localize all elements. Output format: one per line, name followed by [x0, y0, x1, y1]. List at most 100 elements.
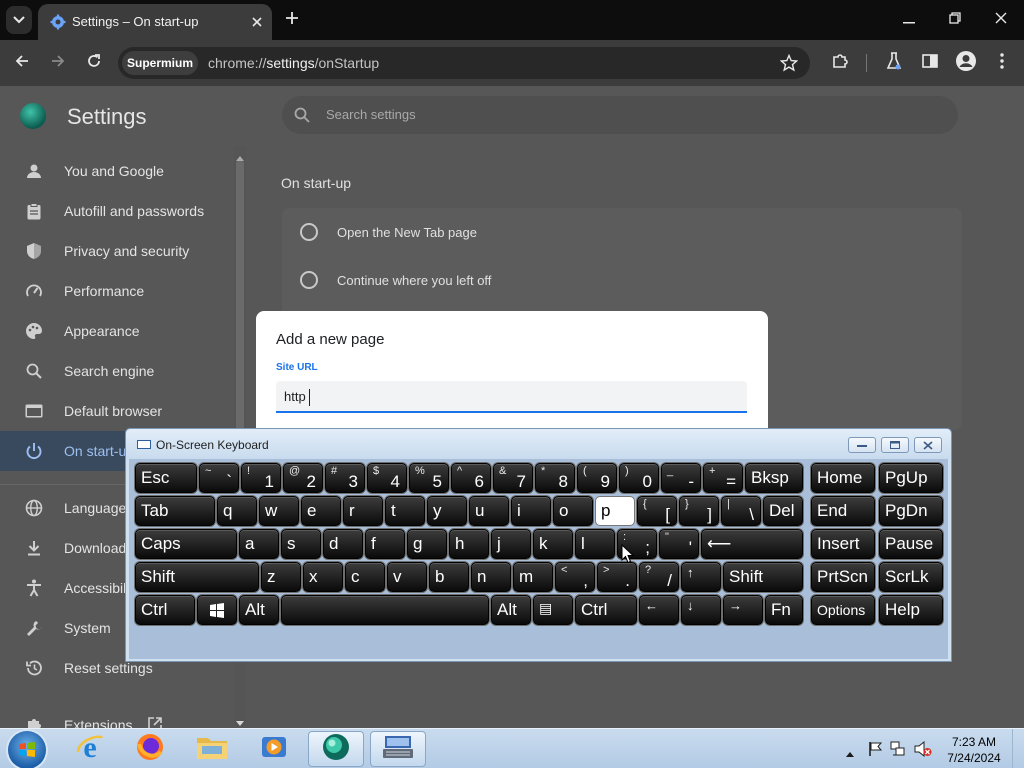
key-arrow-up[interactable]: ↑: [681, 562, 721, 592]
key-j[interactable]: j: [491, 529, 531, 559]
key-fn[interactable]: Fn: [765, 595, 803, 625]
key-u[interactable]: u: [469, 496, 509, 526]
action-center-flag-icon[interactable]: [868, 741, 883, 762]
key-m[interactable]: m: [513, 562, 553, 592]
bookmark-star-icon[interactable]: [779, 53, 799, 77]
key-9[interactable]: (9: [577, 463, 617, 493]
taskbar-supermium[interactable]: [308, 731, 364, 767]
key-6[interactable]: ^ 6: [451, 463, 491, 493]
key-enter[interactable]: ⟵: [701, 529, 803, 559]
key-f[interactable]: f: [365, 529, 405, 559]
key-arrow-left[interactable]: ←: [639, 595, 679, 625]
key-q[interactable]: q: [217, 496, 257, 526]
osk-maximize-button[interactable]: [881, 437, 909, 453]
show-hidden-icons-icon[interactable]: [846, 744, 854, 762]
radio-button[interactable]: [300, 223, 318, 241]
close-window-button[interactable]: [987, 8, 1015, 32]
extensions-button[interactable]: [828, 51, 852, 75]
key-right-ctrl[interactable]: Ctrl: [575, 595, 637, 625]
search-settings-input[interactable]: Search settings: [282, 96, 958, 134]
key-7[interactable]: & 7: [493, 463, 533, 493]
osk-titlebar[interactable]: On-Screen Keyboard: [126, 429, 951, 459]
key-3[interactable]: #3: [325, 463, 365, 493]
key-quote[interactable]: " ': [659, 529, 699, 559]
scroll-up-arrow-icon[interactable]: [236, 148, 244, 166]
sidebar-item-performance[interactable]: Performance: [0, 271, 240, 311]
sidebar-item-you-and-google[interactable]: You and Google: [0, 151, 240, 191]
key-home[interactable]: Home: [811, 463, 875, 493]
key-left-alt[interactable]: Alt: [239, 595, 279, 625]
key-slash[interactable]: ? /: [639, 562, 679, 592]
key-8[interactable]: * 8: [535, 463, 575, 493]
key-4[interactable]: $4: [367, 463, 407, 493]
taskbar-firefox[interactable]: [122, 731, 178, 767]
key-pgup[interactable]: PgUp: [879, 463, 943, 493]
key-w[interactable]: w: [259, 496, 299, 526]
key-z[interactable]: z: [261, 562, 301, 592]
key-left-shift[interactable]: Shift: [135, 562, 259, 592]
sidebar-item-extensions[interactable]: Extensions: [0, 705, 240, 728]
key-arrow-right[interactable]: →: [723, 595, 763, 625]
key-pgdn[interactable]: PgDn: [879, 496, 943, 526]
reload-button[interactable]: [82, 51, 106, 75]
key-left-ctrl[interactable]: Ctrl: [135, 595, 195, 625]
key-menu[interactable]: ▤: [533, 595, 573, 625]
key-backspace[interactable]: Bksp: [745, 463, 803, 493]
key-l[interactable]: l: [575, 529, 615, 559]
key-scrlk[interactable]: ScrLk: [879, 562, 943, 592]
key-g[interactable]: g: [407, 529, 447, 559]
key-space[interactable]: [281, 595, 489, 625]
key-right-shift[interactable]: Shift: [723, 562, 803, 592]
key-del[interactable]: Del: [763, 496, 803, 526]
browser-chip[interactable]: Supermium: [122, 51, 198, 75]
key-e[interactable]: e: [301, 496, 341, 526]
key-end[interactable]: End: [811, 496, 875, 526]
side-panel-button[interactable]: [918, 51, 942, 75]
close-icon[interactable]: [248, 13, 266, 31]
key-windows[interactable]: [197, 595, 237, 625]
url-text[interactable]: chrome://settings/onStartup: [208, 55, 379, 71]
taskbar-internet-explorer[interactable]: e: [62, 731, 118, 767]
key-x[interactable]: x: [303, 562, 343, 592]
key-k[interactable]: k: [533, 529, 573, 559]
network-icon[interactable]: [890, 741, 906, 762]
key-o[interactable]: o: [553, 496, 593, 526]
clock[interactable]: 7:23 AM 7/24/2024: [942, 734, 1006, 766]
minimize-button[interactable]: [895, 8, 923, 32]
key-h[interactable]: h: [449, 529, 489, 559]
menu-button[interactable]: [990, 51, 1014, 75]
key-v[interactable]: v: [387, 562, 427, 592]
taskbar-on-screen-keyboard[interactable]: [370, 731, 426, 767]
key-prtscn[interactable]: PrtScn: [811, 562, 875, 592]
start-button[interactable]: [8, 731, 46, 768]
key-n[interactable]: n: [471, 562, 511, 592]
taskbar-file-explorer[interactable]: [184, 731, 240, 767]
key-equals[interactable]: + =: [703, 463, 743, 493]
key-r[interactable]: r: [343, 496, 383, 526]
key-i[interactable]: i: [511, 496, 551, 526]
key-5[interactable]: % 5: [409, 463, 449, 493]
key-left-bracket[interactable]: {[: [637, 496, 677, 526]
key-backslash[interactable]: | \: [721, 496, 761, 526]
key-2[interactable]: @2: [283, 463, 323, 493]
radio-new-tab-page[interactable]: Open the New Tab page: [300, 221, 940, 245]
osk-close-button[interactable]: [914, 437, 942, 453]
key-caps[interactable]: Caps: [135, 529, 237, 559]
key-comma[interactable]: <,: [555, 562, 595, 592]
key-tilde[interactable]: ~ `: [199, 463, 239, 493]
profile-button[interactable]: [954, 50, 978, 75]
radio-continue-where-left-off[interactable]: Continue where you left off: [300, 269, 940, 293]
restore-button[interactable]: [941, 8, 969, 32]
sidebar-item-appearance[interactable]: Appearance: [0, 311, 240, 351]
key-1[interactable]: ! 1: [241, 463, 281, 493]
key-arrow-down[interactable]: ↓: [681, 595, 721, 625]
show-desktop-button[interactable]: [1012, 729, 1024, 768]
key-a[interactable]: a: [239, 529, 279, 559]
key-0[interactable]: ) 0: [619, 463, 659, 493]
new-tab-button[interactable]: [282, 9, 302, 31]
sidebar-item-privacy[interactable]: Privacy and security: [0, 231, 240, 271]
key-c[interactable]: c: [345, 562, 385, 592]
key-options[interactable]: Options: [811, 595, 875, 625]
key-t[interactable]: t: [385, 496, 425, 526]
key-y[interactable]: y: [427, 496, 467, 526]
